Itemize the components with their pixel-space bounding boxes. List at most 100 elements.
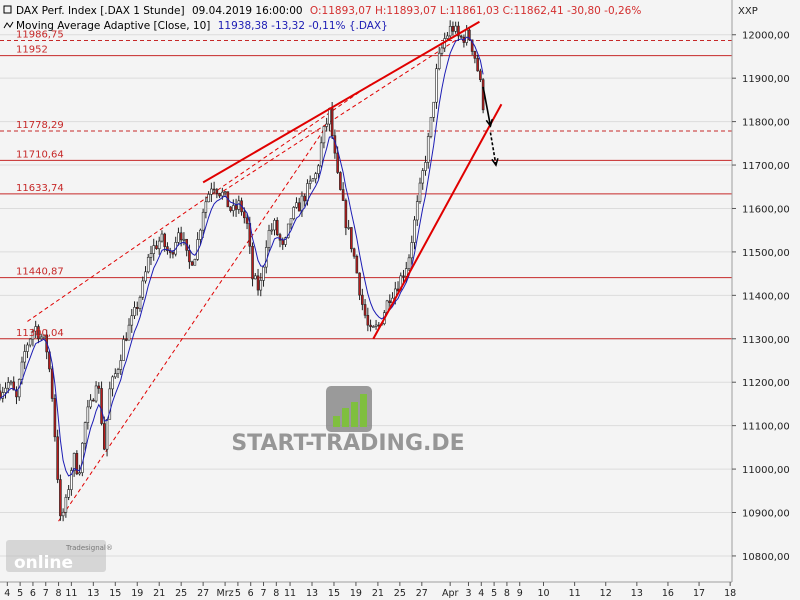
candle-body [155, 245, 158, 250]
candle-body [328, 108, 331, 125]
x-tick-label: 6 [30, 588, 36, 599]
candle-body [473, 51, 477, 59]
x-tick-label: 5 [235, 588, 241, 599]
candle-body [363, 304, 367, 316]
candle-body [179, 232, 183, 241]
x-tick-label: 19 [131, 588, 143, 599]
candle-body [415, 201, 419, 221]
candle-body [141, 280, 145, 298]
candle-body [270, 229, 274, 232]
candle-body [223, 191, 227, 193]
candle-body [114, 373, 117, 378]
logo-bar-2 [342, 408, 349, 427]
candle-body [297, 202, 301, 212]
y-tick-label: 11900,00 [742, 74, 790, 85]
candle-body [355, 255, 359, 274]
candle-body [410, 242, 414, 259]
candle-body [92, 399, 95, 402]
candle-body [352, 248, 356, 257]
candle-body [273, 220, 276, 231]
candle-body [135, 307, 139, 309]
candle-body [451, 26, 455, 32]
candle-body [28, 338, 32, 346]
candle-body [234, 205, 238, 210]
candle-body [67, 489, 70, 498]
x-tick-label: 21 [372, 588, 384, 599]
candle-body [413, 219, 416, 243]
candle-body [426, 136, 430, 163]
x-tick-label: 13 [306, 588, 318, 599]
candle-body [229, 206, 232, 211]
candle-body [207, 194, 210, 203]
x-tick-label: 16 [662, 588, 674, 599]
x-tick-label: 13 [631, 588, 643, 599]
candle-body [6, 382, 10, 389]
x-tick-label: 25 [175, 588, 187, 599]
tradesignal-vendor-bottom: online [14, 553, 73, 573]
candle-body [212, 188, 216, 191]
candle-body [210, 188, 213, 195]
candle-body [479, 70, 482, 80]
candle-body [237, 200, 241, 210]
candle-body [86, 406, 90, 423]
x-tick-label: 5 [491, 588, 497, 599]
candle-body [83, 422, 87, 444]
candle-body [243, 211, 246, 219]
y-tick-label: 11700,00 [742, 161, 790, 172]
candle-body [421, 170, 425, 184]
candle-body [259, 280, 263, 291]
candle-body [358, 272, 361, 296]
candle-body [89, 399, 92, 408]
x-tick-label: 10 [537, 588, 549, 599]
candle-body [81, 442, 84, 473]
candle-body [199, 229, 202, 240]
candle-body [201, 211, 205, 231]
y-tick-label: 11500,00 [742, 248, 790, 259]
candle-body [308, 180, 312, 184]
candle-body [157, 240, 161, 250]
candle-body [160, 233, 164, 242]
candle-body [350, 227, 353, 250]
candle-body [221, 191, 224, 197]
y-tick-label: 11400,00 [742, 291, 790, 302]
candle-body [341, 189, 345, 201]
candle-body [59, 479, 62, 517]
x-tick-label: 11 [65, 588, 77, 599]
header-timestamp: 09.04.2019 16:00:00 [192, 5, 303, 17]
candle-body [440, 47, 444, 54]
candle-body [303, 195, 306, 202]
candle-body [124, 339, 128, 341]
x-tick-label: 5 [17, 588, 23, 599]
candle-body [402, 275, 405, 278]
candle-body [281, 239, 285, 245]
candle-body [188, 250, 191, 263]
candle-body [204, 201, 208, 213]
y-tick-label: 10900,00 [742, 509, 790, 520]
candle-body [432, 101, 435, 118]
candle-body [75, 453, 79, 475]
candle-body [119, 360, 123, 370]
x-tick-label: 7 [260, 588, 266, 599]
x-tick-label: 3 [465, 588, 471, 599]
candle-body [105, 418, 109, 450]
axis-unit-label: XXP [738, 6, 758, 17]
candle-body [372, 326, 375, 328]
candle-body [4, 387, 7, 393]
candle-body [374, 324, 378, 327]
level-label: 11952 [16, 45, 48, 56]
logo-bar-4 [360, 394, 367, 427]
candle-body [182, 238, 186, 241]
candle-body [424, 162, 427, 171]
candle-body [78, 472, 81, 475]
x-tick-label: 11 [569, 588, 581, 599]
candle-body [330, 108, 334, 137]
candle-body [448, 26, 452, 37]
candle-body [437, 52, 441, 69]
x-tick-label: 17 [693, 588, 705, 599]
candle-body [72, 453, 76, 471]
candle-body [146, 256, 150, 273]
candle-body [311, 178, 315, 182]
candle-body [306, 183, 309, 202]
candle-body [26, 344, 29, 352]
header-ohlc: O:11893,07 H:11893,07 L:11861,03 C:11862… [310, 5, 641, 17]
